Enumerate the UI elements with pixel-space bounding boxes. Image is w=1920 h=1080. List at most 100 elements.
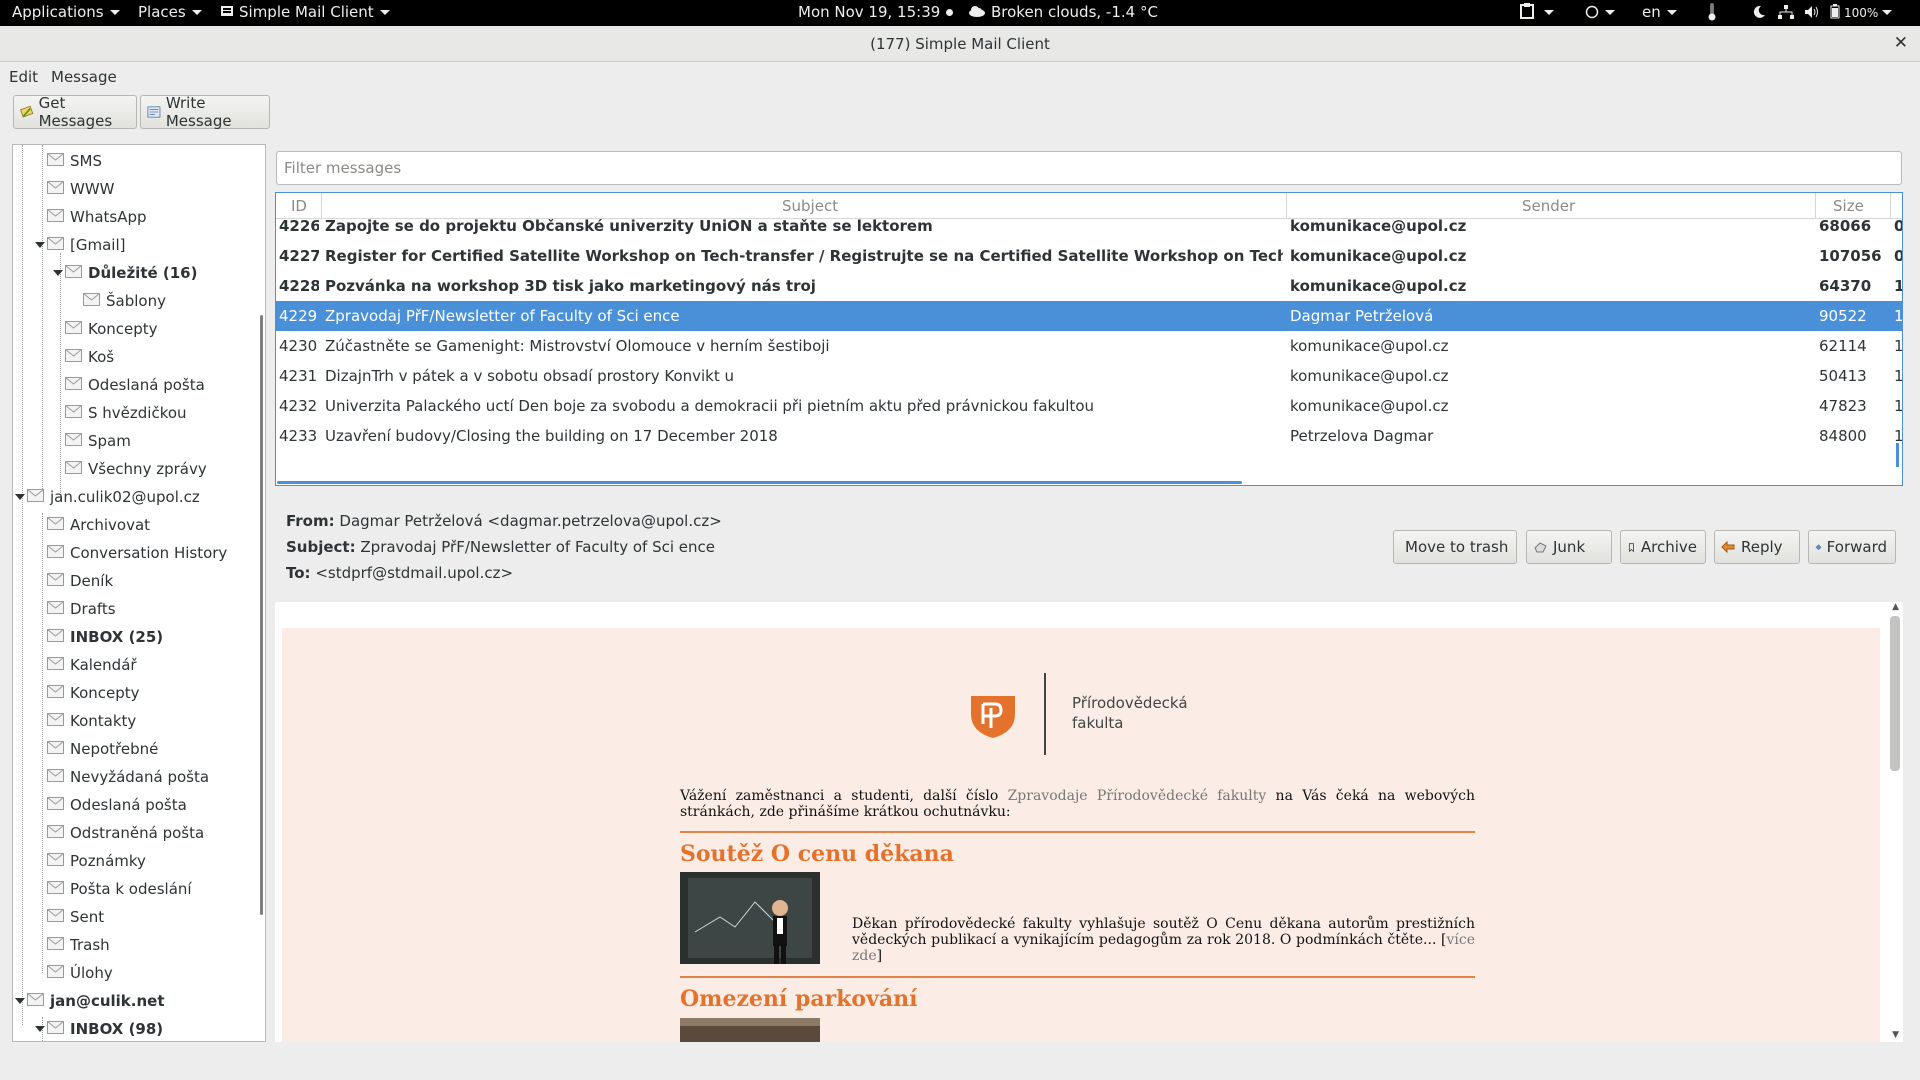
folder-item[interactable]: Odeslaná pošta [13,791,253,819]
folder-item[interactable]: Koš [13,343,253,371]
column-header-subject[interactable]: Subject [322,193,1287,219]
folder-item[interactable]: Kalendář [13,651,253,679]
expander-icon[interactable] [15,494,25,500]
folder-tree-scrollbar[interactable] [260,315,263,915]
close-icon[interactable]: ✕ [1894,33,1908,53]
folder-item[interactable]: Koncepty [13,679,253,707]
message-row[interactable]: 4230 Zúčastněte se Gamenight: Mistrovství… [276,331,1902,361]
thermometer-icon[interactable] [1708,3,1716,22]
folder-item[interactable]: Nepotřebné [13,735,253,763]
folder-item[interactable]: Conversation History [13,539,253,567]
section-heading-parking: Omezení parkování [680,986,918,1012]
folder-item[interactable]: [Gmail] [13,231,253,259]
folder-item[interactable]: Nevyžádaná pošta [13,763,253,791]
weather-indicator[interactable]: Broken clouds, -1.4 °C [968,3,1158,21]
status-indicator[interactable] [1585,3,1615,21]
message-row[interactable]: 4229 Zpravodaj PřF/Newsletter of Faculty … [276,301,1902,331]
expander-icon[interactable] [35,242,45,248]
places-menu[interactable]: Places [138,3,202,21]
message-list[interactable]: 4225Gastromanagement aneb Jak absolventi… [275,192,1903,486]
volume-icon[interactable] [1804,3,1820,21]
message-sender: komunikace@upol.cz [1290,277,1467,295]
scroll-down-arrow-icon[interactable]: ▼ [1892,1030,1899,1040]
archive-button[interactable]: Archive [1620,530,1706,564]
column-header-id[interactable]: ID [276,193,322,219]
section-divider [680,976,1475,978]
folder-item[interactable]: Všechny zprávy [13,455,253,483]
folder-item[interactable]: Drafts [13,595,253,623]
junk-label: Junk [1553,538,1586,556]
expander-icon[interactable] [35,1026,45,1032]
message-size: 107056 [1819,247,1882,265]
column-size-label: Size [1833,197,1864,215]
night-mode-icon[interactable] [1752,3,1766,21]
app-menu[interactable]: Simple Mail Client [220,3,390,21]
folder-item[interactable]: Deník [13,567,253,595]
message-row[interactable]: 4232 Univerzita Palackého uctí Den boje z… [276,391,1902,421]
message-row[interactable]: 4228 Pozvánka na workshop 3D tisk jako ma… [276,271,1902,301]
folder-label: Conversation History [70,544,228,562]
write-message-button[interactable]: Write Message [140,94,270,130]
message-list-vscrollbar[interactable] [1896,443,1899,467]
folder-envelope-icon [27,993,44,1006]
folder-item[interactable]: Úlohy [13,959,253,987]
folder-item[interactable]: Odstraněná pošta [13,819,253,847]
folder-item[interactable]: Koncepty [13,315,253,343]
reply-button[interactable]: Reply [1714,530,1800,564]
folder-item[interactable]: INBOX (98) [13,1015,253,1041]
folder-item[interactable]: INBOX (25) [13,623,253,651]
folder-item[interactable]: S hvězdičkou [13,399,253,427]
expander-icon[interactable] [15,998,25,1004]
folder-envelope-icon [47,573,64,586]
folder-item[interactable]: Pošta k odeslání [13,875,253,903]
message-list-hscrollbar[interactable] [277,481,1242,484]
folder-tree[interactable]: SMS WWW WhatsApp [Gmail] Důležité (16) Šablon… [12,144,266,1042]
column-header-date[interactable] [1891,193,1902,219]
folder-item[interactable]: Šablony [13,287,253,315]
faculty-line-2: fakulta [1072,714,1124,732]
menu-message[interactable]: Message [51,68,117,86]
folder-label: WWW [70,180,115,198]
folder-item[interactable]: SMS [13,147,253,175]
get-messages-button[interactable]: Get Messages [13,94,137,130]
weather-text: Broken clouds, -1.4 °C [991,3,1158,21]
folder-item[interactable]: jan@culik.net [13,987,253,1015]
message-row[interactable]: 4231 DizajnTrh v pátek a v sobotu obsadí … [276,361,1902,391]
folder-item[interactable]: Sent [13,903,253,931]
message-body-scrollbar[interactable] [1890,616,1900,771]
junk-button[interactable]: Junk [1526,530,1612,564]
cloud-icon [969,6,985,17]
folder-item[interactable]: Poznámky [13,847,253,875]
folder-item[interactable]: Důležité (16) [13,259,253,287]
title-bar[interactable]: (177) Simple Mail Client ✕ [0,26,1920,62]
column-header-sender[interactable]: Sender [1287,193,1816,219]
network-icon[interactable] [1778,3,1794,21]
language-indicator[interactable]: en [1642,3,1677,21]
message-row[interactable]: 4227 Register for Certified Satellite Wor… [276,241,1902,271]
folder-item[interactable]: Kontakty [13,707,253,735]
newsletter-link[interactable]: Zpravodaje Přírodovědecké fakulty [1008,788,1267,804]
battery-indicator[interactable]: 100% [1830,3,1893,21]
expander-icon[interactable] [53,270,63,276]
folder-item[interactable]: WhatsApp [13,203,253,231]
folder-item[interactable]: Odeslaná pošta [13,371,253,399]
menu-edit[interactable]: Edit [9,68,38,86]
filter-messages-input[interactable] [276,151,1902,185]
move-to-trash-button[interactable]: Move to trash [1393,530,1517,564]
folder-item[interactable]: Spam [13,427,253,455]
clipboard-indicator[interactable] [1520,3,1554,21]
message-body[interactable]: Přírodovědecká fakulta Vážení zaměstnanc… [275,602,1903,1042]
folder-item[interactable]: jan.culik02@upol.cz [13,483,253,511]
folder-item[interactable]: Trash [13,931,253,959]
column-header-size[interactable]: Size [1816,193,1891,219]
message-size: 50413 [1819,367,1867,385]
clock[interactable]: Mon Nov 19, 15:39 [798,3,954,21]
folder-envelope-icon [47,825,64,838]
forward-button[interactable]: Forward [1808,530,1896,564]
folder-item[interactable]: WWW [13,175,253,203]
message-subject: Univerzita Palackého uctí Den boje za sv… [325,397,1094,415]
applications-menu[interactable]: Applications [12,3,120,21]
folder-item[interactable]: Archivovat [13,511,253,539]
scroll-up-arrow-icon[interactable]: ▲ [1892,602,1899,612]
message-row[interactable]: 4233 Uzavření budovy/Closing the building… [276,421,1902,451]
